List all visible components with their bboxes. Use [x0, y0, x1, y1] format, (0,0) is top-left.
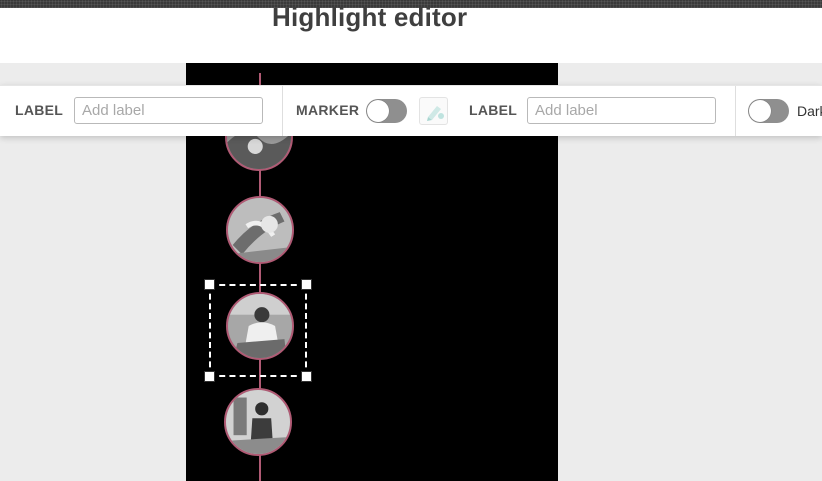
highlight-photo-2: [228, 198, 292, 262]
label-field-label: LABEL: [15, 102, 64, 118]
second-label-field-label: LABEL: [469, 102, 518, 118]
dark-toggle[interactable]: [748, 99, 789, 123]
page-title: Highlight editor: [272, 2, 468, 32]
label-input[interactable]: [74, 97, 263, 124]
resize-handle-bottom-right[interactable]: [301, 371, 312, 382]
marker-color-icon: [427, 106, 444, 121]
toolbar-divider-2: [735, 86, 736, 136]
resize-handle-top-right[interactable]: [301, 279, 312, 290]
second-label-input[interactable]: [527, 97, 716, 124]
highlight-photo-4: [226, 390, 290, 454]
highlight-circle-2[interactable]: [226, 196, 294, 264]
highlight-circle-4[interactable]: [224, 388, 292, 456]
label-toolbar: LABEL MARKER LABEL Dark: [0, 85, 822, 136]
resize-handle-bottom-left[interactable]: [204, 371, 215, 382]
marker-label: MARKER: [296, 102, 360, 118]
selection-box[interactable]: [204, 279, 312, 382]
header: Highlight editor: [0, 2, 822, 63]
marker-color-button[interactable]: [419, 97, 448, 125]
marker-toggle-knob: [367, 100, 389, 122]
toolbar-divider: [282, 86, 283, 136]
resize-handle-top-left[interactable]: [204, 279, 215, 290]
dark-toggle-knob: [749, 100, 771, 122]
marker-toggle[interactable]: [366, 99, 407, 123]
dark-toggle-label: Dark: [797, 103, 822, 119]
